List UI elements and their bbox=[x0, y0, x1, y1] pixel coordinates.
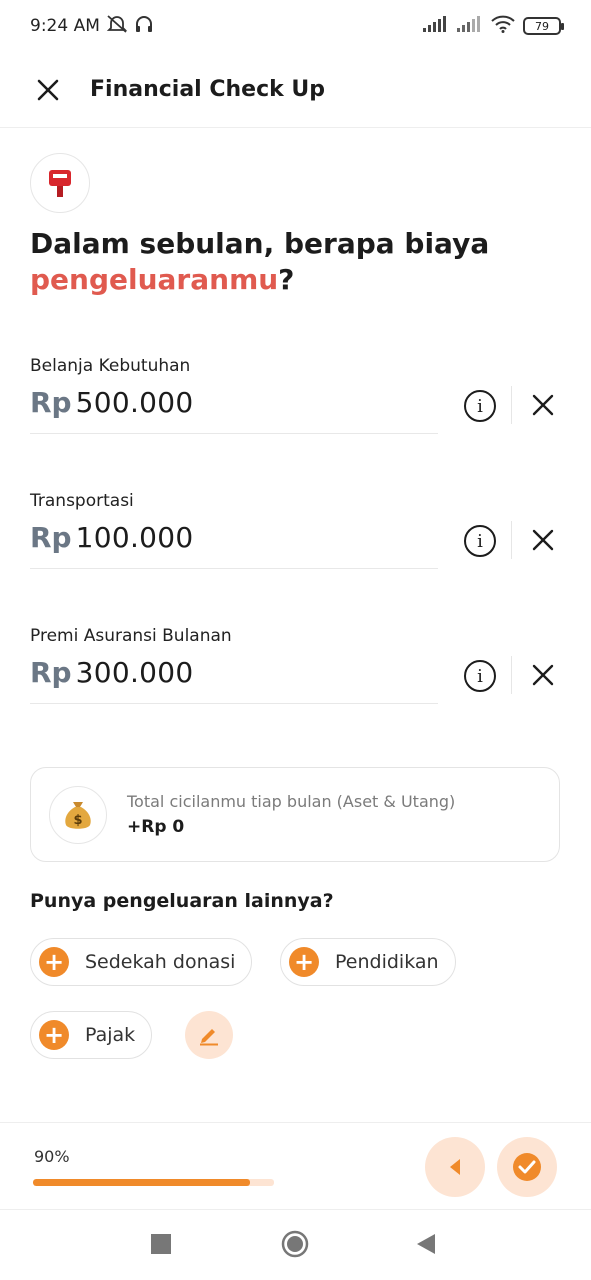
expense-label: Belanja Kebutuhan bbox=[30, 356, 191, 376]
expense-amount: 500.000 bbox=[75, 386, 194, 419]
chip-label: Pendidikan bbox=[335, 951, 439, 973]
status-bar: 9:24 AM 79 bbox=[0, 0, 591, 52]
currency-prefix: Rp bbox=[30, 521, 72, 554]
progress-label: 90% bbox=[34, 1147, 70, 1166]
signal-icon bbox=[423, 16, 449, 36]
summary-value: +Rp 0 bbox=[127, 817, 185, 837]
expense-item-premi-asuransi: Premi Asuransi Bulanan Rp 300.000 i bbox=[30, 626, 560, 736]
add-chip-pendidikan[interactable]: + Pendidikan bbox=[280, 938, 456, 986]
triangle-back-icon bbox=[417, 1234, 435, 1254]
battery-level: 79 bbox=[535, 19, 549, 33]
square-icon bbox=[151, 1234, 171, 1254]
edit-icon bbox=[200, 1029, 218, 1046]
plus-icon: + bbox=[289, 947, 319, 977]
other-expenses-title: Punya pengeluaran lainnya? bbox=[30, 890, 334, 912]
system-navigation bbox=[0, 1210, 591, 1280]
question-text-2: ? bbox=[278, 263, 295, 296]
currency-prefix: Rp bbox=[30, 386, 72, 419]
app-header: Financial Check Up bbox=[0, 52, 591, 128]
divider bbox=[511, 521, 512, 559]
info-button[interactable]: i bbox=[464, 660, 496, 692]
check-icon bbox=[513, 1153, 541, 1181]
info-icon: i bbox=[477, 665, 483, 687]
expense-amount: 100.000 bbox=[75, 521, 194, 554]
back-button[interactable] bbox=[425, 1137, 485, 1197]
currency-prefix: Rp bbox=[30, 656, 72, 689]
expense-amount: 300.000 bbox=[75, 656, 194, 689]
installment-summary-card: $ Total cicilanmu tiap bulan (Aset & Uta… bbox=[30, 767, 560, 862]
divider bbox=[511, 386, 512, 424]
chip-label: Pajak bbox=[85, 1024, 136, 1046]
mailbox-icon-container bbox=[30, 153, 90, 213]
question-text-1: Dalam sebulan, berapa biaya bbox=[30, 227, 490, 260]
status-time: 9:24 AM bbox=[30, 16, 100, 36]
wifi-icon bbox=[491, 15, 515, 37]
expense-item-belanja-kebutuhan: Belanja Kebutuhan Rp 500.000 i bbox=[30, 356, 560, 466]
question-heading: Dalam sebulan, berapa biaya pengeluaranm… bbox=[30, 226, 550, 298]
remove-button[interactable] bbox=[526, 388, 560, 422]
info-button[interactable]: i bbox=[464, 390, 496, 422]
mute-icon bbox=[106, 14, 128, 38]
headset-icon bbox=[134, 14, 154, 38]
money-bag-icon: $ bbox=[65, 801, 91, 829]
svg-text:$: $ bbox=[73, 813, 82, 828]
question-highlight: pengeluaranmu bbox=[30, 263, 279, 296]
close-button[interactable] bbox=[28, 70, 68, 110]
close-icon bbox=[37, 79, 59, 100]
divider bbox=[511, 656, 512, 694]
money-bag-icon-container: $ bbox=[49, 785, 107, 844]
expense-label: Premi Asuransi Bulanan bbox=[30, 626, 232, 646]
mailbox-icon bbox=[49, 170, 71, 197]
expense-amount-input[interactable]: Rp 300.000 bbox=[30, 656, 438, 704]
add-chip-sedekah-donasi[interactable]: + Sedekah donasi bbox=[30, 938, 253, 986]
expense-item-transportasi: Transportasi Rp 100.000 i bbox=[30, 491, 560, 601]
info-icon: i bbox=[477, 395, 483, 417]
plus-icon: + bbox=[39, 1020, 69, 1050]
expense-label: Transportasi bbox=[30, 491, 134, 511]
chip-label: Sedekah donasi bbox=[85, 951, 236, 973]
expense-amount-input[interactable]: Rp 500.000 bbox=[30, 386, 438, 434]
info-icon: i bbox=[477, 530, 483, 552]
custom-expense-button[interactable] bbox=[185, 1011, 233, 1059]
battery-icon: 79 bbox=[523, 17, 564, 35]
signal-icon-2 bbox=[457, 16, 483, 36]
expense-amount-input[interactable]: Rp 100.000 bbox=[30, 521, 438, 569]
system-back-button[interactable] bbox=[416, 1233, 436, 1255]
summary-label: Total cicilanmu tiap bulan (Aset & Utang… bbox=[127, 792, 456, 811]
recents-button[interactable] bbox=[151, 1234, 171, 1254]
add-chip-pajak[interactable]: + Pajak bbox=[30, 1011, 153, 1059]
progress-track bbox=[33, 1179, 274, 1186]
remove-icon bbox=[532, 664, 554, 686]
info-button[interactable]: i bbox=[464, 525, 496, 557]
back-icon bbox=[450, 1159, 460, 1175]
circle-icon bbox=[281, 1230, 309, 1258]
home-button[interactable] bbox=[281, 1230, 309, 1258]
remove-button[interactable] bbox=[526, 658, 560, 692]
page-title: Financial Check Up bbox=[90, 77, 326, 102]
plus-icon: + bbox=[39, 947, 69, 977]
remove-icon bbox=[532, 529, 554, 551]
remove-icon bbox=[532, 394, 554, 416]
bottom-bar: 90% bbox=[0, 1122, 591, 1210]
remove-button[interactable] bbox=[526, 523, 560, 557]
progress-fill bbox=[33, 1179, 250, 1186]
finish-button[interactable] bbox=[497, 1137, 557, 1197]
